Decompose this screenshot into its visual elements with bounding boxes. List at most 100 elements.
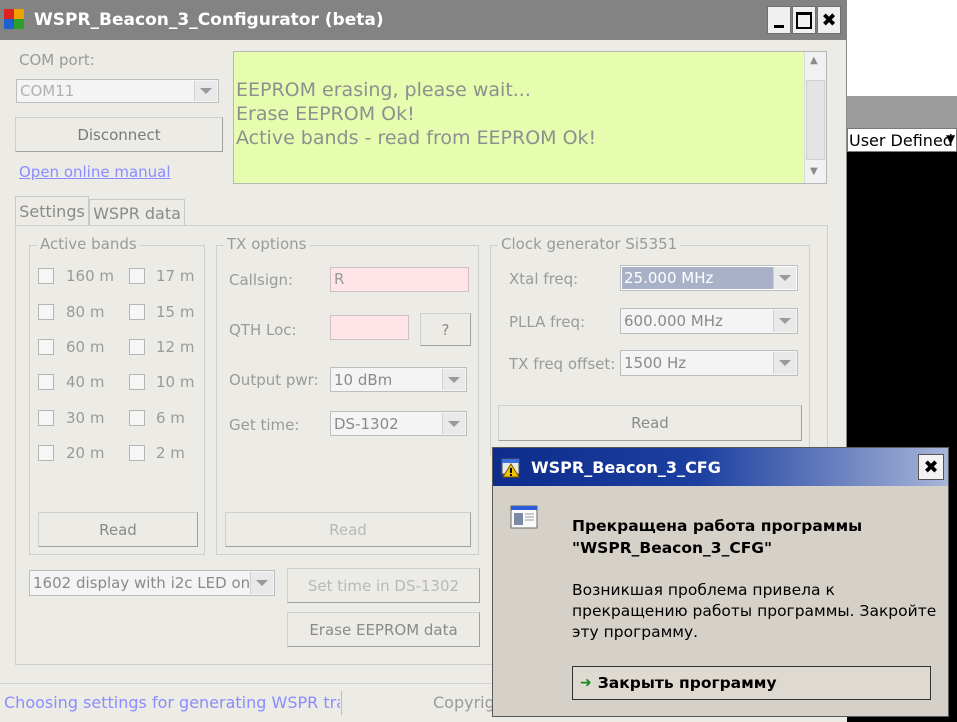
close-window-button[interactable]: ✖ bbox=[817, 6, 841, 34]
active-bands-group bbox=[29, 245, 205, 555]
display-mode-select[interactable]: 1602 display with i2c LED on bbox=[29, 570, 275, 596]
qth-input[interactable] bbox=[330, 315, 409, 340]
output-pwr-label: Output pwr: bbox=[229, 371, 319, 389]
com-port-select[interactable]: COM11 bbox=[16, 79, 219, 103]
band-80m-label: 80 m bbox=[66, 303, 105, 321]
clock-read-label: Read bbox=[631, 414, 669, 432]
scroll-up-icon[interactable]: ▲ bbox=[810, 55, 818, 66]
close-program-button[interactable]: ➜ Закрыть программу bbox=[572, 666, 931, 700]
display-mode-value: 1602 display with i2c LED on bbox=[33, 574, 251, 592]
log-lines: EEPROM erasing, please wait... Erase EEP… bbox=[236, 78, 596, 150]
band-10m-checkbox[interactable] bbox=[129, 374, 145, 390]
tx-offset-label: TX freq offset: bbox=[509, 355, 616, 373]
dialog-close-button[interactable]: ✖ bbox=[918, 454, 944, 480]
dialog-body-line: Возникшая проблема привела к bbox=[572, 581, 835, 599]
xtal-freq-value: 25.000 MHz bbox=[622, 267, 774, 289]
window-title: WSPR_Beacon_3_Configurator (beta) bbox=[34, 10, 384, 30]
xtal-freq-select[interactable]: 25.000 MHz bbox=[620, 265, 798, 291]
tx-offset-select[interactable]: 1500 Hz bbox=[620, 350, 798, 376]
callsign-label: Callsign: bbox=[229, 271, 294, 289]
online-manual-link[interactable]: Open online manual bbox=[19, 163, 171, 181]
band-40m-checkbox[interactable] bbox=[38, 374, 54, 390]
log-box[interactable]: EEPROM erasing, please wait... Erase EEP… bbox=[233, 51, 827, 184]
minimize-icon bbox=[774, 24, 784, 28]
set-time-button[interactable]: Set time in DS-1302 bbox=[287, 568, 480, 603]
tab-settings-label: Settings bbox=[19, 202, 85, 221]
chevron-down-icon bbox=[773, 310, 796, 332]
band-15m-checkbox[interactable] bbox=[129, 304, 145, 320]
band-17m-label: 17 m bbox=[156, 267, 195, 285]
get-time-label: Get time: bbox=[229, 416, 300, 434]
log-line: Erase EEPROM Ok! bbox=[236, 103, 415, 125]
bands-read-button[interactable]: Read bbox=[38, 512, 198, 547]
output-pwr-select[interactable]: 10 dBm bbox=[330, 367, 467, 392]
dialog-body-line: прекращению работы программы. Закройте bbox=[572, 602, 937, 620]
status-text: Choosing settings for generating WSPR tr… bbox=[4, 693, 340, 712]
log-scrollbar[interactable]: ▲ ▼ bbox=[804, 52, 826, 183]
dialog-title-bar[interactable]: WSPR_Beacon_3_CFG ✖ bbox=[493, 448, 948, 486]
user-defined-dropdown[interactable]: User Defined ▼ bbox=[847, 128, 957, 152]
close-icon: ✖ bbox=[821, 9, 837, 31]
clock-generator-title: Clock generator Si5351 bbox=[498, 235, 681, 253]
clock-read-button[interactable]: Read bbox=[498, 405, 802, 441]
scroll-thumb[interactable] bbox=[806, 80, 825, 160]
background-window-toolbar bbox=[847, 96, 957, 128]
warning-app-icon bbox=[500, 456, 522, 478]
band-60m-checkbox[interactable] bbox=[38, 339, 54, 355]
dialog-heading-line: "WSPR_Beacon_3_CFG" bbox=[572, 539, 773, 557]
plla-freq-value: 600.000 MHz bbox=[624, 312, 723, 330]
maximize-button[interactable] bbox=[792, 6, 816, 34]
dialog-body-line: эту программу. bbox=[572, 623, 699, 641]
plla-freq-label: PLLA freq: bbox=[509, 313, 586, 331]
minimize-button[interactable] bbox=[767, 6, 791, 34]
scroll-down-icon[interactable]: ▼ bbox=[810, 166, 818, 177]
callsign-value: R bbox=[334, 270, 345, 288]
maximize-icon bbox=[796, 11, 812, 29]
band-17m-checkbox[interactable] bbox=[129, 268, 145, 284]
close-program-label: Закрыть программу bbox=[597, 674, 777, 692]
title-bar[interactable]: WSPR_Beacon_3_Configurator (beta) ✖ bbox=[0, 0, 847, 40]
disconnect-button[interactable]: Disconnect bbox=[15, 117, 223, 152]
tab-settings[interactable]: Settings bbox=[15, 196, 89, 226]
set-time-label: Set time in DS-1302 bbox=[307, 576, 460, 595]
tab-wspr-data[interactable]: WSPR data bbox=[89, 199, 185, 226]
band-6m-checkbox[interactable] bbox=[129, 410, 145, 426]
dialog-body: Возникшая проблема привела к прекращению… bbox=[572, 580, 936, 643]
close-icon: ✖ bbox=[923, 456, 939, 478]
chevron-down-icon bbox=[442, 413, 465, 434]
qth-help-button[interactable]: ? bbox=[420, 313, 471, 346]
band-15m-label: 15 m bbox=[156, 303, 195, 321]
xtal-freq-label: Xtal freq: bbox=[509, 270, 579, 288]
log-line: EEPROM erasing, please wait... bbox=[236, 79, 531, 101]
band-40m-label: 40 m bbox=[66, 373, 105, 391]
chevron-down-icon bbox=[773, 267, 796, 289]
status-separator bbox=[341, 691, 342, 715]
band-20m-checkbox[interactable] bbox=[38, 445, 54, 461]
band-30m-checkbox[interactable] bbox=[38, 410, 54, 426]
disconnect-button-label: Disconnect bbox=[77, 125, 161, 144]
chevron-down-icon bbox=[442, 369, 465, 390]
callsign-input[interactable]: R bbox=[330, 267, 469, 292]
plla-freq-select[interactable]: 600.000 MHz bbox=[620, 308, 798, 334]
band-80m-checkbox[interactable] bbox=[38, 304, 54, 320]
bands-read-label: Read bbox=[99, 520, 137, 539]
band-30m-label: 30 m bbox=[66, 409, 105, 427]
copyright-text: Copyrigl bbox=[433, 693, 500, 712]
band-160m-label: 160 m bbox=[66, 267, 115, 285]
band-2m-checkbox[interactable] bbox=[129, 445, 145, 461]
band-160m-checkbox[interactable] bbox=[38, 268, 54, 284]
get-time-select[interactable]: DS-1302 bbox=[330, 411, 467, 436]
band-12m-checkbox[interactable] bbox=[129, 339, 145, 355]
tx-read-button[interactable]: Read bbox=[225, 512, 471, 547]
tx-offset-value: 1500 Hz bbox=[624, 354, 687, 372]
user-defined-dropdown-value: User Defined bbox=[849, 131, 953, 150]
tx-read-label: Read bbox=[329, 520, 367, 539]
erase-eeprom-button[interactable]: Erase EEPROM data bbox=[287, 612, 480, 647]
com-port-label: COM port: bbox=[19, 51, 95, 69]
chevron-down-icon: ▼ bbox=[946, 132, 956, 146]
tab-wspr-data-label: WSPR data bbox=[93, 203, 181, 223]
erase-eeprom-label: Erase EEPROM data bbox=[309, 620, 458, 639]
chevron-down-icon bbox=[773, 352, 796, 374]
band-12m-label: 12 m bbox=[156, 338, 195, 356]
chevron-down-icon bbox=[194, 81, 217, 101]
